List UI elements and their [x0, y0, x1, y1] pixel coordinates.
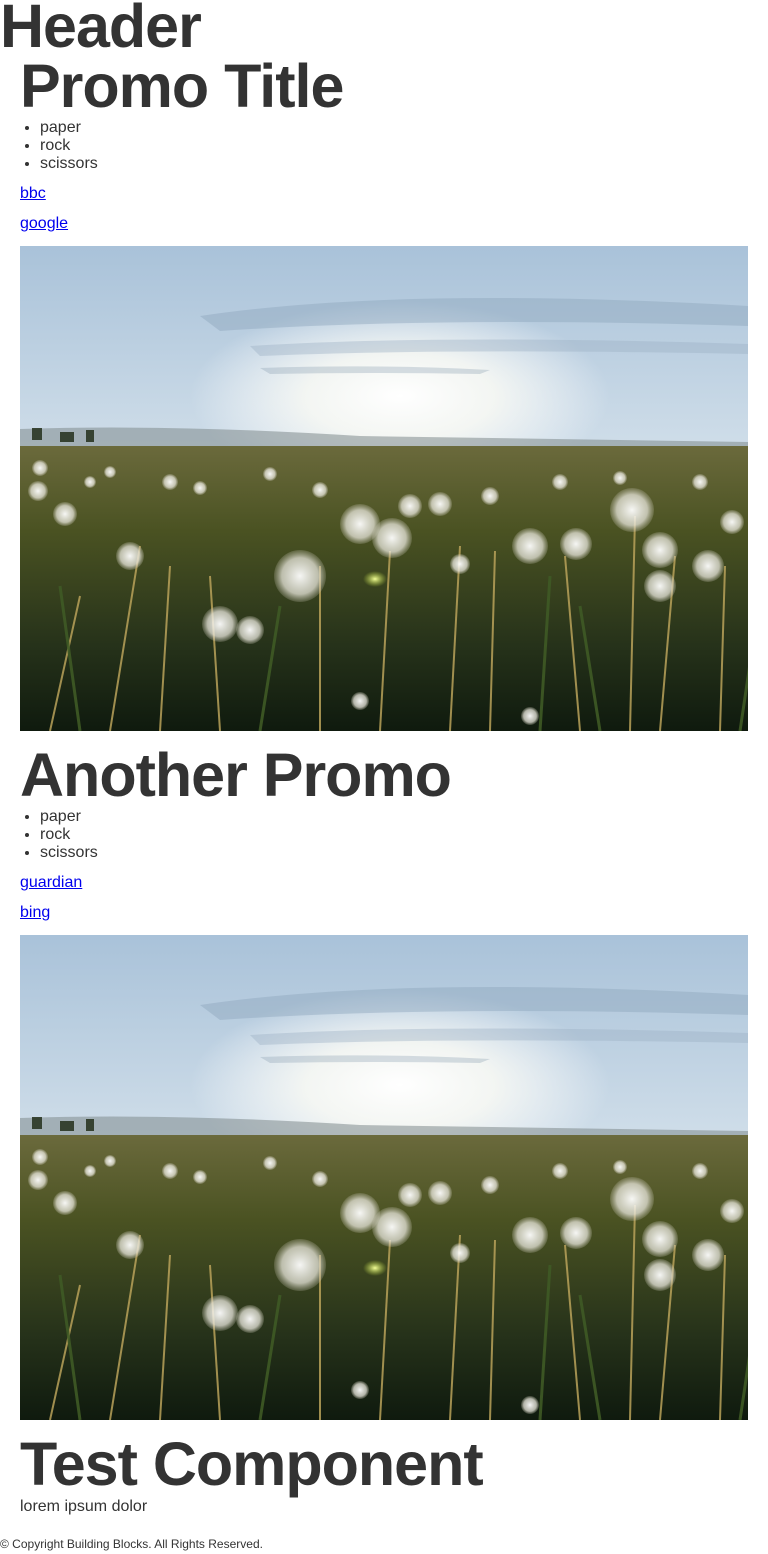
- test-component-section: Test Component lorem ipsum dolor: [20, 1432, 748, 1522]
- list-item: paper: [40, 808, 748, 826]
- promo-list: paper rock scissors: [20, 119, 748, 173]
- promo-image: [20, 246, 748, 731]
- promo-section: Promo Title paper rock scissors bbc goog…: [20, 54, 748, 734]
- promo-list: paper rock scissors: [20, 808, 748, 862]
- link-bbc[interactable]: bbc: [20, 185, 46, 203]
- header-title: Header: [0, 0, 202, 60]
- list-item: rock: [40, 137, 748, 155]
- link-guardian[interactable]: guardian: [20, 874, 82, 892]
- link-google[interactable]: google: [20, 215, 68, 233]
- list-item: rock: [40, 826, 748, 844]
- list-item: scissors: [40, 155, 748, 173]
- another-promo-section: Another Promo paper rock scissors guardi…: [20, 743, 748, 1423]
- list-item: scissors: [40, 844, 748, 862]
- test-component-body: lorem ipsum dolor: [20, 1498, 148, 1515]
- another-promo-title: Another Promo: [20, 741, 452, 809]
- test-component-title: Test Component: [20, 1430, 484, 1498]
- list-item: paper: [40, 119, 748, 137]
- promo-image: [20, 935, 748, 1420]
- link-bing[interactable]: bing: [20, 904, 50, 922]
- promo-title: Promo Title: [20, 52, 344, 120]
- footer-copyright: © Copyright Building Blocks. All Rights …: [0, 1537, 263, 1551]
